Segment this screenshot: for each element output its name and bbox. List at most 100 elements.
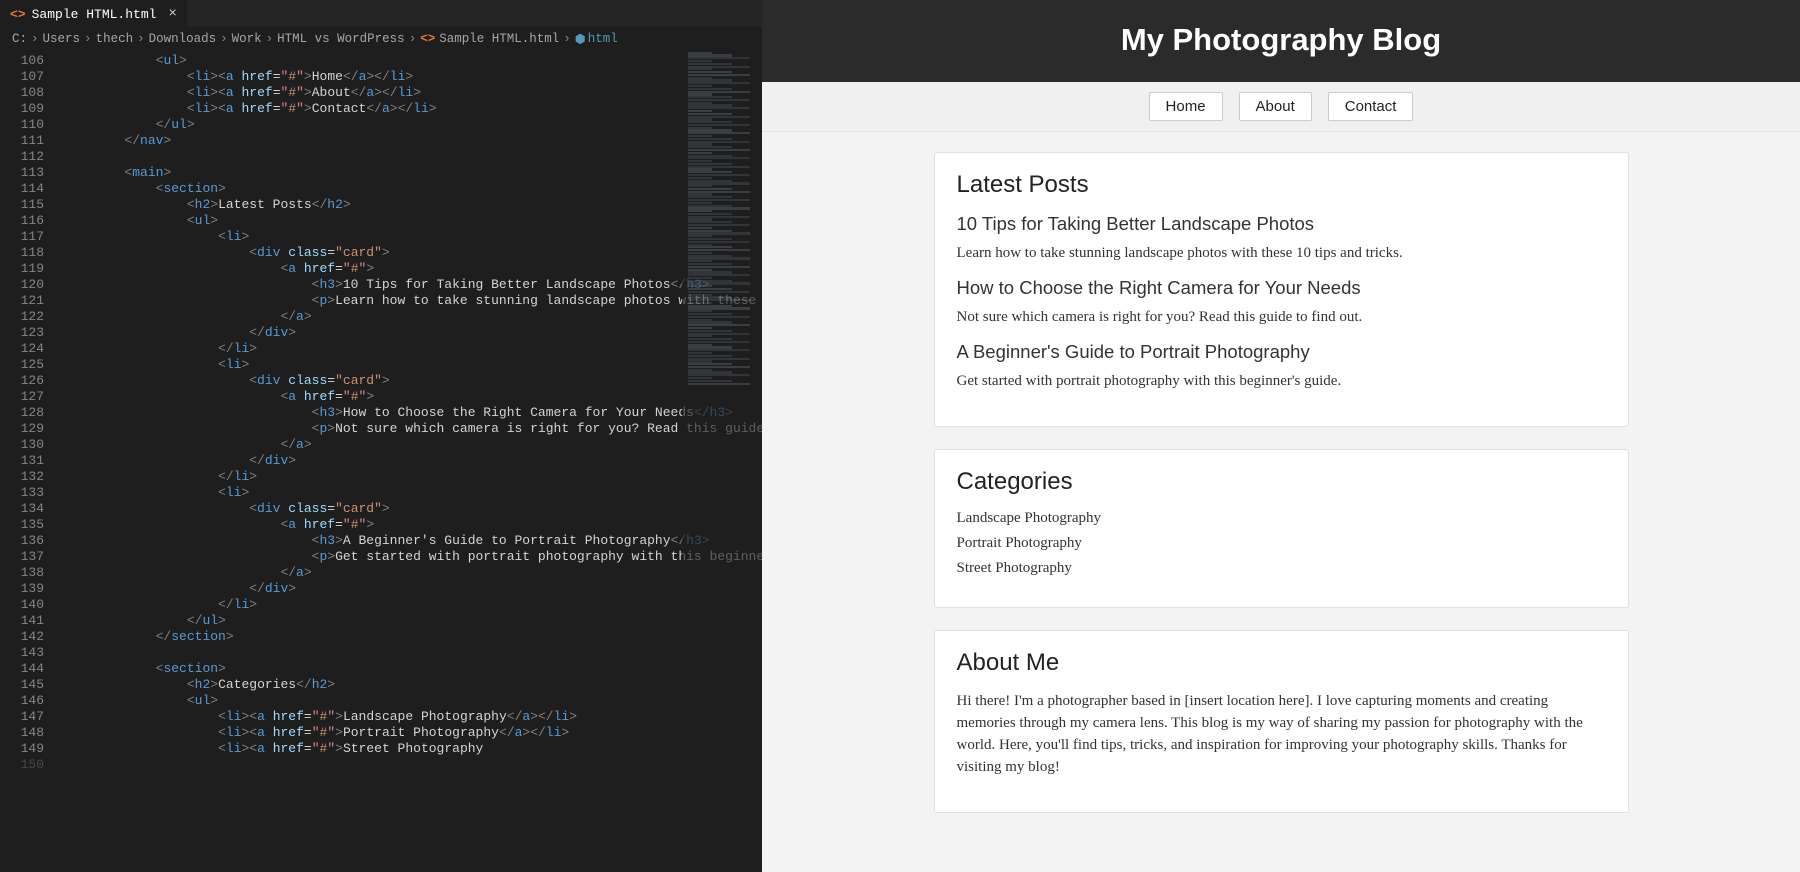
line-number: 149 [0,741,44,757]
code-line[interactable]: </div> [62,453,762,469]
post-title[interactable]: How to Choose the Right Camera for Your … [957,277,1606,299]
code-line[interactable]: <a href="#"> [62,261,762,277]
code-line[interactable]: <ul> [62,213,762,229]
line-number: 150 [0,757,44,773]
line-number: 117 [0,229,44,245]
code-line[interactable]: <main> [62,165,762,181]
breadcrumb-segment[interactable]: HTML vs WordPress [277,32,405,46]
code-line[interactable]: </nav> [62,133,762,149]
line-number: 133 [0,485,44,501]
code-line[interactable]: <h3>How to Choose the Right Camera for Y… [62,405,762,421]
line-number: 135 [0,517,44,533]
nav-link-about[interactable]: About [1239,92,1312,121]
code-line[interactable]: </li> [62,341,762,357]
code-line[interactable]: <h3>A Beginner's Guide to Portrait Photo… [62,533,762,549]
code-line[interactable]: <div class="card"> [62,501,762,517]
code-line[interactable]: <section> [62,661,762,677]
category-link[interactable]: Landscape Photography [957,510,1606,527]
line-number: 140 [0,597,44,613]
code-line[interactable]: <div class="card"> [62,373,762,389]
code-line[interactable]: <li><a href="#">Portrait Photography</a>… [62,725,762,741]
code-line[interactable]: <h2>Categories</h2> [62,677,762,693]
code-line[interactable]: <li><a href="#">About</a></li> [62,85,762,101]
editor-pane: <> Sample HTML.html × C: › Users › thech… [0,0,762,872]
breadcrumb-segment[interactable]: Work [232,32,262,46]
code-line[interactable]: </li> [62,469,762,485]
post-excerpt: Learn how to take stunning landscape pho… [957,243,1606,265]
code-line[interactable]: </div> [62,581,762,597]
preview-pane[interactable]: My Photography Blog HomeAboutContact Lat… [762,0,1800,872]
code-line[interactable]: <p>Get started with portrait photography… [62,549,762,565]
code-line[interactable]: </div> [62,325,762,341]
post-excerpt: Not sure which camera is right for you? … [957,307,1606,329]
html-file-icon: <> [420,32,435,46]
line-number: 124 [0,341,44,357]
line-number: 129 [0,421,44,437]
nav-link-home[interactable]: Home [1149,92,1223,121]
editor-tab[interactable]: <> Sample HTML.html × [0,0,187,27]
code-line[interactable]: <h3>10 Tips for Taking Better Landscape … [62,277,762,293]
code-line[interactable]: <a href="#"> [62,517,762,533]
breadcrumb-file[interactable]: Sample HTML.html [439,32,559,46]
nav-row: Home About Contact [762,82,1800,132]
code-line[interactable]: <li> [62,357,762,373]
line-number: 128 [0,405,44,421]
breadcrumb-segment[interactable]: Downloads [149,32,217,46]
code-line[interactable]: <h2>Latest Posts</h2> [62,197,762,213]
chevron-right-icon: › [31,32,39,46]
code-line[interactable]: <ul> [62,693,762,709]
line-number: 139 [0,581,44,597]
code-line[interactable]: <div class="card"> [62,245,762,261]
hero-header: My Photography Blog [762,0,1800,82]
code-line[interactable]: <ul> [62,53,762,69]
breadcrumb[interactable]: C: › Users › thech › Downloads › Work › … [0,27,762,51]
line-number: 127 [0,389,44,405]
close-icon[interactable]: × [168,6,176,22]
post-excerpt: Get started with portrait photography wi… [957,371,1606,393]
code-line[interactable]: </li> [62,597,762,613]
code-line[interactable]: </section> [62,629,762,645]
code-line[interactable]: <li> [62,229,762,245]
chevron-right-icon: › [84,32,92,46]
line-number: 148 [0,725,44,741]
line-number: 132 [0,469,44,485]
code-line[interactable]: </a> [62,437,762,453]
category-link[interactable]: Portrait Photography [957,535,1606,552]
post-title[interactable]: A Beginner's Guide to Portrait Photograp… [957,341,1606,363]
nav-link-contact[interactable]: Contact [1328,92,1414,121]
line-number: 125 [0,357,44,373]
chevron-right-icon: › [563,32,571,46]
code-line[interactable]: <li><a href="#">Street Photography [62,741,762,757]
code-line[interactable]: </ul> [62,613,762,629]
code-line[interactable]: <li><a href="#">Landscape Photography</a… [62,709,762,725]
code-line[interactable]: <p>Not sure which camera is right for yo… [62,421,762,437]
about-text: Hi there! I'm a photographer based in [i… [957,691,1606,778]
line-number: 118 [0,245,44,261]
code-line[interactable]: <p>Learn how to take stunning landscape … [62,293,762,309]
code-line[interactable]: <li><a href="#">Home</a></li> [62,69,762,85]
line-number: 113 [0,165,44,181]
code-line[interactable] [62,149,762,165]
code-line[interactable] [62,645,762,661]
line-number: 141 [0,613,44,629]
minimap[interactable] [682,51,762,872]
code-line[interactable]: <section> [62,181,762,197]
line-number: 119 [0,261,44,277]
post-title[interactable]: 10 Tips for Taking Better Landscape Phot… [957,213,1606,235]
code-line[interactable]: </ul> [62,117,762,133]
code-line[interactable]: </a> [62,565,762,581]
code-area[interactable]: 1061071081091101111121131141151161171181… [0,51,762,872]
breadcrumb-segment[interactable]: C: [12,32,27,46]
code-content[interactable]: <ul> <li><a href="#">Home</a></li> <li><… [62,51,762,872]
breadcrumb-symbol[interactable]: ⬢ html [575,31,618,47]
line-number: 142 [0,629,44,645]
breadcrumb-segment[interactable]: thech [96,32,134,46]
breadcrumb-segment[interactable]: Users [43,32,81,46]
line-number: 121 [0,293,44,309]
code-line[interactable]: </a> [62,309,762,325]
category-link[interactable]: Street Photography [957,560,1606,577]
code-line[interactable]: <li> [62,485,762,501]
line-number: 120 [0,277,44,293]
code-line[interactable]: <a href="#"> [62,389,762,405]
code-line[interactable]: <li><a href="#">Contact</a></li> [62,101,762,117]
